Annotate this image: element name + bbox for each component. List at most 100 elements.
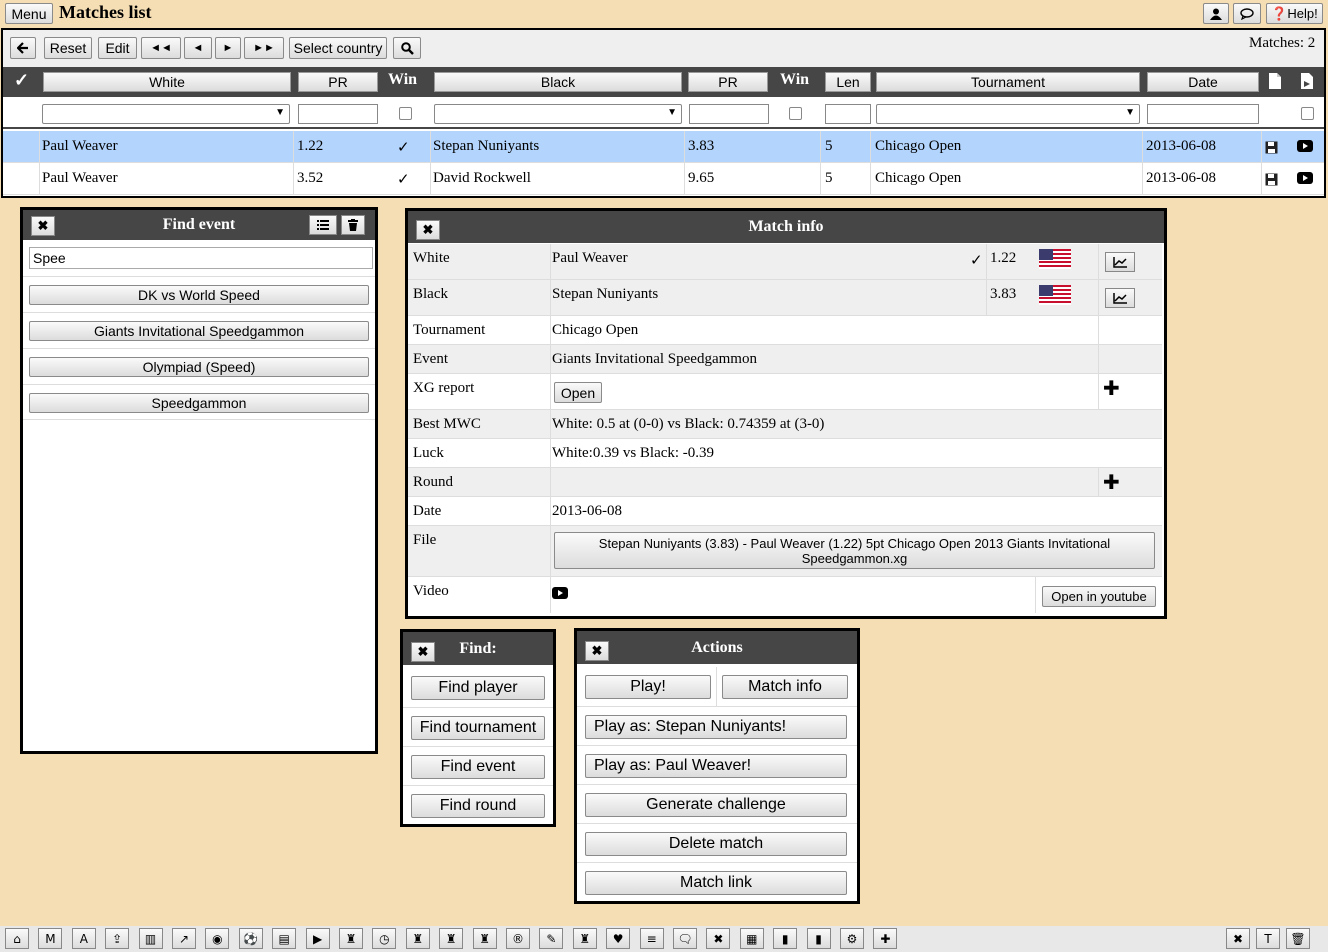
youtube-icon[interactable] xyxy=(1297,172,1313,189)
bookmark-icon[interactable]: ▮ xyxy=(806,928,831,949)
user-icon[interactable] xyxy=(1203,3,1229,24)
match-info-title: Match info xyxy=(408,211,1164,243)
gears-icon[interactable]: ⚙ xyxy=(840,928,864,949)
pr-black-filter[interactable] xyxy=(689,104,769,124)
back-button[interactable] xyxy=(10,37,36,59)
find-player-button[interactable]: Find player xyxy=(411,676,545,700)
prev-page-button[interactable]: ◄ xyxy=(184,37,212,59)
generate-challenge-button[interactable]: Generate challenge xyxy=(585,793,847,817)
file-button[interactable]: Stepan Nuniyants (3.83) - Paul Weaver (1… xyxy=(554,532,1155,569)
close-icon[interactable]: ✖ xyxy=(411,642,435,662)
col-pr-white[interactable]: PR xyxy=(298,72,378,92)
last-page-button[interactable]: ►► xyxy=(244,37,284,59)
col-white[interactable]: White xyxy=(43,72,291,92)
win-black-filter-checkbox[interactable] xyxy=(789,107,802,120)
save-icon[interactable] xyxy=(1265,141,1278,159)
play-button[interactable]: Play! xyxy=(585,675,711,699)
video-filter-checkbox[interactable] xyxy=(1301,107,1314,120)
bookmark-icon[interactable]: ▮ xyxy=(773,928,798,949)
find-round-button[interactable]: Find round xyxy=(411,794,545,818)
col-tournament[interactable]: Tournament xyxy=(876,72,1140,92)
close-icon[interactable]: ✖ xyxy=(585,641,609,661)
m-icon[interactable]: M xyxy=(38,928,63,949)
len-filter[interactable] xyxy=(825,104,871,124)
film-icon[interactable]: ▦ xyxy=(739,928,764,949)
pr-white-filter[interactable] xyxy=(298,104,378,124)
trophy-icon[interactable]: ♜ xyxy=(405,928,430,949)
col-date[interactable]: Date xyxy=(1147,72,1259,92)
t-icon[interactable]: T xyxy=(1256,928,1280,949)
plus-icon[interactable]: ✚ xyxy=(873,928,898,949)
tournament-filter-select[interactable] xyxy=(876,104,1140,124)
line-chart-icon[interactable]: ↗ xyxy=(172,928,196,949)
col-win-white[interactable]: Win xyxy=(388,71,417,89)
col-len[interactable]: Len xyxy=(825,72,871,92)
close-icon[interactable]: ✖ xyxy=(416,220,440,240)
trash-icon[interactable]: 🗑 xyxy=(1286,928,1310,949)
select-all-check[interactable]: ✓ xyxy=(14,70,29,91)
home-icon[interactable]: ⌂ xyxy=(5,928,29,949)
close-icon[interactable]: ✖ xyxy=(31,216,55,236)
menu-button[interactable]: Menu xyxy=(5,3,53,24)
trophy-icon[interactable]: ♜ xyxy=(339,928,363,949)
trash-icon[interactable] xyxy=(341,215,365,235)
table-row[interactable]: Paul Weaver 3.52 ✓ David Rockwell 9.65 5… xyxy=(3,163,1324,195)
date-filter[interactable] xyxy=(1147,104,1259,124)
play-as-white-button[interactable]: Play as: Paul Weaver! xyxy=(585,754,847,778)
chart-icon[interactable] xyxy=(1105,288,1135,308)
match-link-button[interactable]: Match link xyxy=(585,871,847,895)
play-icon[interactable]: ▶ xyxy=(305,928,330,949)
a-icon[interactable]: A xyxy=(71,928,96,949)
close-icon[interactable]: ✖ xyxy=(706,928,731,949)
match-info-button[interactable]: Match info xyxy=(722,675,848,699)
first-page-button[interactable]: ◄◄ xyxy=(141,37,181,59)
find-event-button[interactable]: Find event xyxy=(411,755,545,779)
eye-icon[interactable]: ◉ xyxy=(205,928,230,949)
list-icon[interactable] xyxy=(309,215,337,235)
event-result-button[interactable]: Olympiad (Speed) xyxy=(29,357,369,377)
open-xg-button[interactable]: Open xyxy=(554,382,602,403)
event-result-button[interactable]: Giants Invitational Speedgammon xyxy=(29,321,369,341)
registered-icon[interactable]: ® xyxy=(506,928,530,949)
trophy-icon[interactable]: ♜ xyxy=(572,928,597,949)
youtube-icon[interactable] xyxy=(1297,140,1313,157)
event-result-button[interactable]: DK vs World Speed xyxy=(29,285,369,305)
edit-button[interactable]: Edit xyxy=(98,37,137,59)
chat-icon[interactable] xyxy=(1233,3,1261,24)
win-white-filter-checkbox[interactable] xyxy=(399,107,412,120)
select-country-button[interactable]: Select country xyxy=(289,37,387,59)
plus-icon[interactable]: ✚ xyxy=(1103,470,1120,494)
open-youtube-button[interactable]: Open in youtube xyxy=(1042,586,1156,607)
search-button[interactable] xyxy=(393,37,421,59)
event-search-input[interactable]: Spee xyxy=(29,247,373,269)
heart-icon[interactable]: ♥ xyxy=(606,928,631,949)
next-page-button[interactable]: ► xyxy=(215,37,241,59)
upload-icon[interactable]: ⇪ xyxy=(105,928,130,949)
find-tournament-button[interactable]: Find tournament xyxy=(411,716,545,740)
clock-icon[interactable]: ◷ xyxy=(372,928,397,949)
col-win-black[interactable]: Win xyxy=(780,71,809,89)
col-pr-black[interactable]: PR xyxy=(688,72,768,92)
col-black[interactable]: Black xyxy=(434,72,682,92)
trophy-icon[interactable]: ♜ xyxy=(439,928,464,949)
black-filter-select[interactable] xyxy=(434,104,682,124)
help-button[interactable]: ❓Help! xyxy=(1266,3,1323,24)
ball-icon[interactable]: ⚽ xyxy=(238,928,263,949)
white-filter-select[interactable] xyxy=(42,104,290,124)
edit-icon[interactable]: ✎ xyxy=(539,928,564,949)
table-row[interactable]: Paul Weaver 1.22 ✓ Stepan Nuniyants 3.83… xyxy=(3,131,1324,163)
delete-match-button[interactable]: Delete match xyxy=(585,832,847,856)
bar-chart-icon[interactable]: ▥ xyxy=(138,928,163,949)
plus-icon[interactable]: ✚ xyxy=(1103,376,1120,400)
reset-button[interactable]: Reset xyxy=(44,37,92,59)
save-icon[interactable] xyxy=(1265,173,1278,191)
chart-icon[interactable] xyxy=(1105,252,1135,272)
chat-icon[interactable]: 🗨 xyxy=(673,928,697,949)
close-icon[interactable]: ✖ xyxy=(1226,928,1250,949)
play-as-black-button[interactable]: Play as: Stepan Nuniyants! xyxy=(585,715,847,739)
database-icon[interactable]: ≡ xyxy=(639,928,664,949)
event-result-button[interactable]: Speedgammon xyxy=(29,393,369,413)
archive-icon[interactable]: ▤ xyxy=(272,928,297,949)
youtube-icon[interactable] xyxy=(552,587,568,604)
trophy-icon[interactable]: ♜ xyxy=(472,928,497,949)
